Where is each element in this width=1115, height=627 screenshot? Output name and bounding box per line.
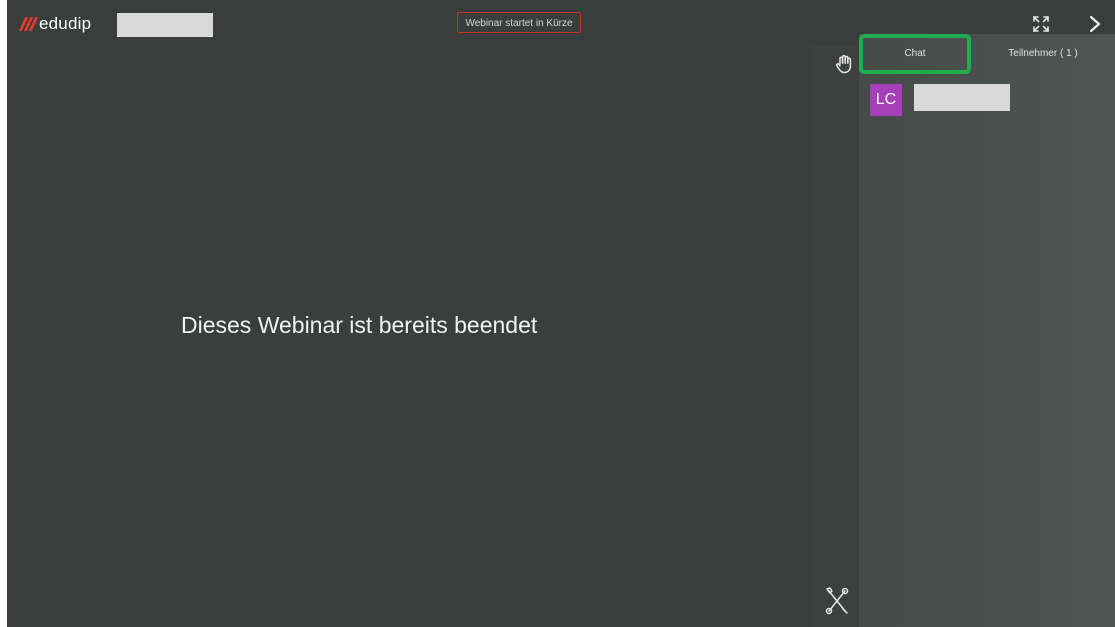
presentation-stage: Dieses Webinar ist bereits beendet	[7, 46, 812, 627]
tool-strip	[812, 46, 859, 627]
fullscreen-icon	[1033, 16, 1049, 32]
collapse-panel-button[interactable]	[1085, 13, 1105, 35]
edudip-logo: edudip	[18, 12, 92, 36]
tools-icon	[825, 587, 849, 615]
status-badge: Webinar startet in Kürze	[457, 12, 581, 33]
fullscreen-button[interactable]	[1031, 14, 1051, 34]
raise-hand-button[interactable]	[832, 52, 856, 76]
webinar-ended-message: Dieses Webinar ist bereits beendet	[181, 312, 538, 338]
logo-text: edudip	[39, 14, 92, 33]
logo-mark-icon	[18, 15, 39, 33]
tab-chat[interactable]: Chat	[859, 34, 971, 74]
redacted-user-name	[914, 84, 1010, 111]
tab-participants[interactable]: Teilnehmer ( 1 )	[971, 34, 1115, 74]
chevron-right-icon	[1089, 15, 1101, 33]
redacted-webinar-title	[117, 13, 213, 37]
side-panel: Chat Teilnehmer ( 1 ) LC	[859, 34, 1115, 627]
chat-message: LC	[870, 84, 1010, 116]
tools-button[interactable]	[824, 586, 850, 616]
raise-hand-icon	[836, 55, 852, 74]
webinar-room: edudip Webinar startet in Kürze Dieses W…	[7, 0, 1115, 627]
avatar: LC	[870, 84, 902, 116]
